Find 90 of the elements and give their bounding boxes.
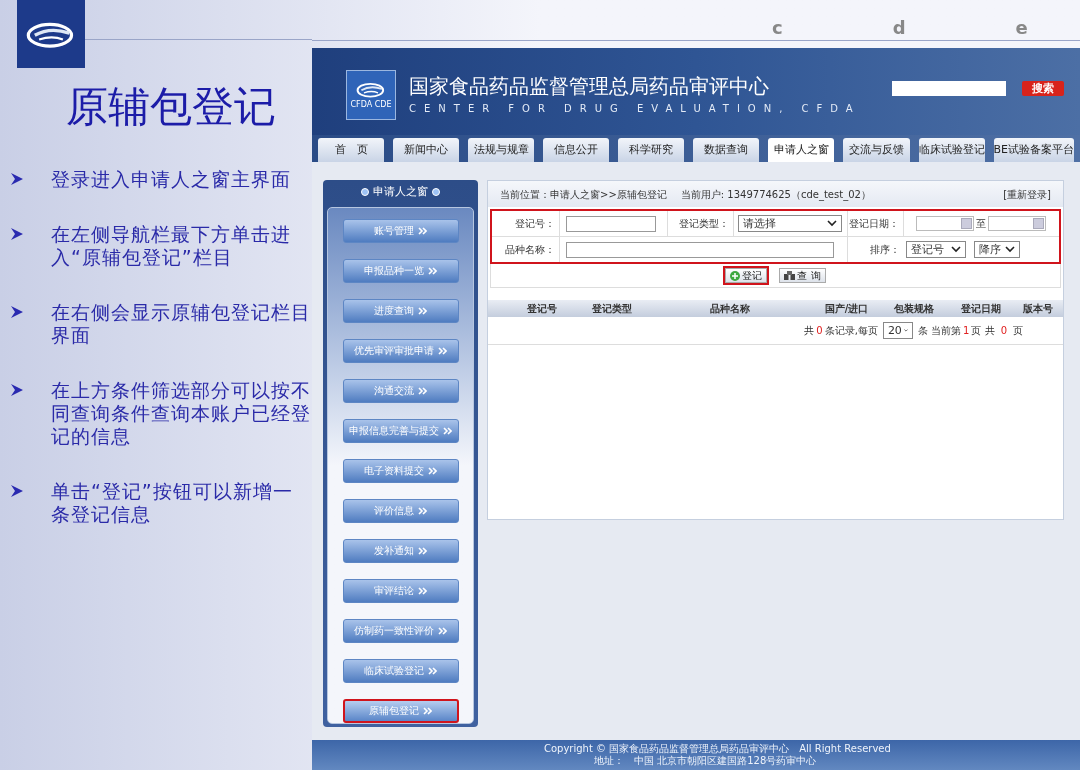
decor-letter: e [1015,18,1028,38]
search-button[interactable]: 搜索 [1022,81,1064,96]
double-chevron-icon [438,346,447,355]
nav-tab[interactable]: 科学研究 [618,138,685,162]
column-header: 登记号 [526,302,559,316]
current-page: 1 [963,324,970,338]
double-chevron-icon [418,226,427,235]
double-chevron-icon [418,386,427,395]
breadcrumb: 当前位置：申请人之窗>>原辅包登记 [500,187,667,202]
arrow-bullet-icon [10,383,24,397]
plus-icon [730,270,741,281]
arrow-bullet-icon [10,305,24,319]
double-chevron-icon [428,666,437,675]
register-button[interactable]: 登记 [725,268,768,283]
double-chevron-icon [438,626,447,635]
select-field[interactable]: 登记号 [906,241,966,258]
double-chevron-icon [418,546,427,555]
column-header: 版本号 [1022,302,1055,316]
pagination-text: 共 [804,324,815,338]
nav-tab[interactable]: 法规与规章 [468,138,535,162]
column-header: 登记日期 [960,302,1002,316]
chevron-down-icon [1005,246,1015,253]
slide-title: 原辅包登记 [66,82,277,132]
nav-tab[interactable]: 新闻中心 [393,138,460,162]
bullet-text: 在右侧会显示原辅包登记栏目界面 [51,301,312,347]
site-name: 国家食品药品监督管理总局药品审评中心 [409,74,770,98]
address-text: 地址： 中国 北京市朝阳区建国路128号药审中心 [593,755,818,767]
pagination-text: 页 共 [971,324,995,338]
decor-letter: c [772,18,783,38]
select-field[interactable]: 20 [882,322,913,339]
chevron-down-icon [951,246,961,253]
record-count: 0 [816,324,823,338]
chevron-down-icon [903,327,908,334]
bullet-text: 登录进入申请人之窗主界面 [51,168,292,191]
column-header: 登记类型 [590,302,633,316]
double-chevron-icon [428,466,437,475]
field-label: 品种名称： [492,237,560,262]
nav-tab[interactable]: BE试验备案平台 [993,138,1075,162]
arrow-bullet-icon [10,227,24,241]
chevron-down-icon [827,220,837,227]
select-field[interactable]: 降序 [974,241,1020,258]
double-chevron-icon [428,266,437,275]
double-chevron-icon [443,426,452,435]
column-header: 品种名称 [709,302,752,316]
field-label: 登记类型： [668,211,734,236]
calendar-icon [1033,218,1044,229]
nav-tab[interactable]: 交流与反馈 [843,138,910,162]
arrow-bullet-icon [10,172,24,186]
nav-tab[interactable]: 信息公开 [543,138,610,162]
site-name-english: CENTER FOR DRUG EVALUATION, CFDA [409,102,861,116]
nav-tab[interactable]: 申请人之窗 [768,138,835,162]
page-count: 0 [1000,324,1007,338]
orb-icon [361,188,369,197]
nav-tab[interactable]: 首 页 [318,138,385,162]
pagination-text: 页 [1013,324,1023,338]
pagination-text: 条 当前第 [917,324,962,338]
arrow-bullet-icon [10,484,24,498]
nav-tab[interactable]: 临床试验登记 [918,138,985,162]
logo-caption: CFDA CDE [350,99,392,110]
logo-icon [355,80,387,100]
double-chevron-icon [418,586,427,595]
copyright-text: Copyright © 国家食品药品监督管理总局药品审评中心 All Right Reserved [544,743,892,755]
registration-number-field[interactable] [566,215,656,232]
date-field[interactable] [988,216,1046,231]
relogin-link[interactable]: [重新登录] [1003,186,1051,202]
field-label: 登记日期： [848,211,904,236]
product-name-field[interactable] [566,241,834,258]
date-field[interactable] [916,216,974,231]
select-field[interactable]: 请选择 [738,215,842,232]
query-button[interactable]: 查 询 [779,268,826,283]
date-separator: 至 [976,217,986,231]
double-chevron-icon [423,706,432,715]
double-chevron-icon [418,506,427,515]
column-header: 国产/进口 [823,302,870,316]
column-header: 包装规格 [892,302,935,316]
nav-tab[interactable]: 数据查询 [693,138,760,162]
double-chevron-icon [418,306,427,315]
bullet-text: 在左侧导航栏最下方单击进入“原辅包登记”栏目 [51,223,292,269]
sidebar-title: 申请人之窗 [373,184,428,200]
field-label: 登记号： [492,211,560,236]
calendar-icon [961,218,972,229]
bullet-text: 单击“登记”按钮可以新增一条登记信息 [51,480,294,526]
orb-icon [432,188,440,197]
decor-letter: d [892,18,906,38]
binoculars-icon [784,271,796,280]
field-label: 排序： [869,243,901,257]
bullet-text: 在上方条件筛选部分可以按不同查询条件查询本账户已经登记的信息 [51,379,312,448]
search-field[interactable] [892,81,1006,96]
current-user: 当前用户: 1349774625（cde_test_02） [680,187,871,202]
pagination-text: 条记录,每页 [824,324,878,338]
